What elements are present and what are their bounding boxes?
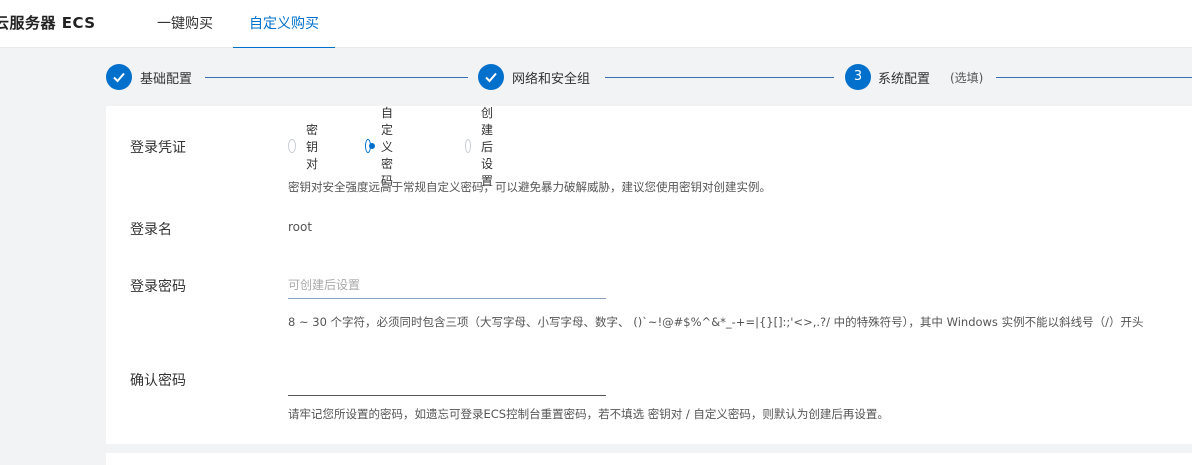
password-input[interactable] (288, 271, 606, 299)
login-name-label: 登录名 (130, 222, 172, 238)
confirm-password-input[interactable] (288, 368, 606, 396)
step-1-done[interactable] (106, 64, 132, 90)
step-3-optional-tag: (选填) (950, 71, 984, 85)
tab-custom-buy[interactable]: 自定义购买 (233, 0, 335, 49)
credential-hint: 密钥对安全强度远高于常规自定义密码，可以避免暴力破解威胁，建议您使用密钥对创建实… (288, 180, 771, 194)
next-panel (106, 453, 1192, 465)
step-connector-2 (605, 77, 834, 78)
steps-bar: 基础配置 网络和安全组 3 系统配置 (选填) (0, 48, 1192, 106)
product-title: 云服务器 ECS (0, 14, 96, 32)
check-icon (113, 72, 125, 83)
step-3-label[interactable]: 系统配置 (878, 68, 930, 87)
system-config-panel: 登录凭证 密钥对 自定义密码 创建后设置 密钥对安全强度远高于常规自定义密码，可… (106, 106, 1192, 444)
radio-circle (288, 139, 296, 153)
confirm-password-hint: 请牢记您所设置的密码，如遗忘可登录ECS控制台重置密码，若不填选 密钥对 / 自… (288, 407, 889, 421)
radio-circle (465, 139, 471, 153)
top-bar: 云服务器 ECS 一键购买 自定义购买 (0, 0, 1192, 49)
credential-label: 登录凭证 (130, 140, 186, 156)
tab-quick-buy[interactable]: 一键购买 (157, 0, 213, 48)
check-icon (485, 72, 497, 83)
radio-label: 创建后设置 (481, 105, 494, 188)
radio-set-later[interactable]: 创建后设置 (465, 106, 501, 188)
step-1-label[interactable]: 基础配置 (140, 68, 192, 87)
radio-key-pair[interactable]: 密钥对 (288, 123, 324, 171)
login-name-value: root (288, 220, 313, 234)
confirm-password-label: 确认密码 (130, 373, 186, 389)
radio-label: 自定义密码 (381, 105, 394, 188)
step-connector-3 (996, 77, 1192, 78)
radio-circle (365, 139, 375, 153)
step-3-current[interactable]: 3 (845, 64, 871, 90)
tab-custom-buy-label: 自定义购买 (249, 16, 319, 32)
radio-label: 密钥对 (306, 122, 319, 171)
step-2-label[interactable]: 网络和安全组 (512, 68, 590, 87)
password-hint: 8 ~ 30 个字符，必须同时包含三项（大写字母、小写字母、数字、 ()`~!@… (288, 315, 1144, 329)
step-2-done[interactable] (478, 64, 504, 90)
password-label: 登录密码 (130, 279, 186, 295)
step-connector-1 (205, 77, 468, 78)
radio-custom-password[interactable]: 自定义密码 (365, 106, 401, 188)
